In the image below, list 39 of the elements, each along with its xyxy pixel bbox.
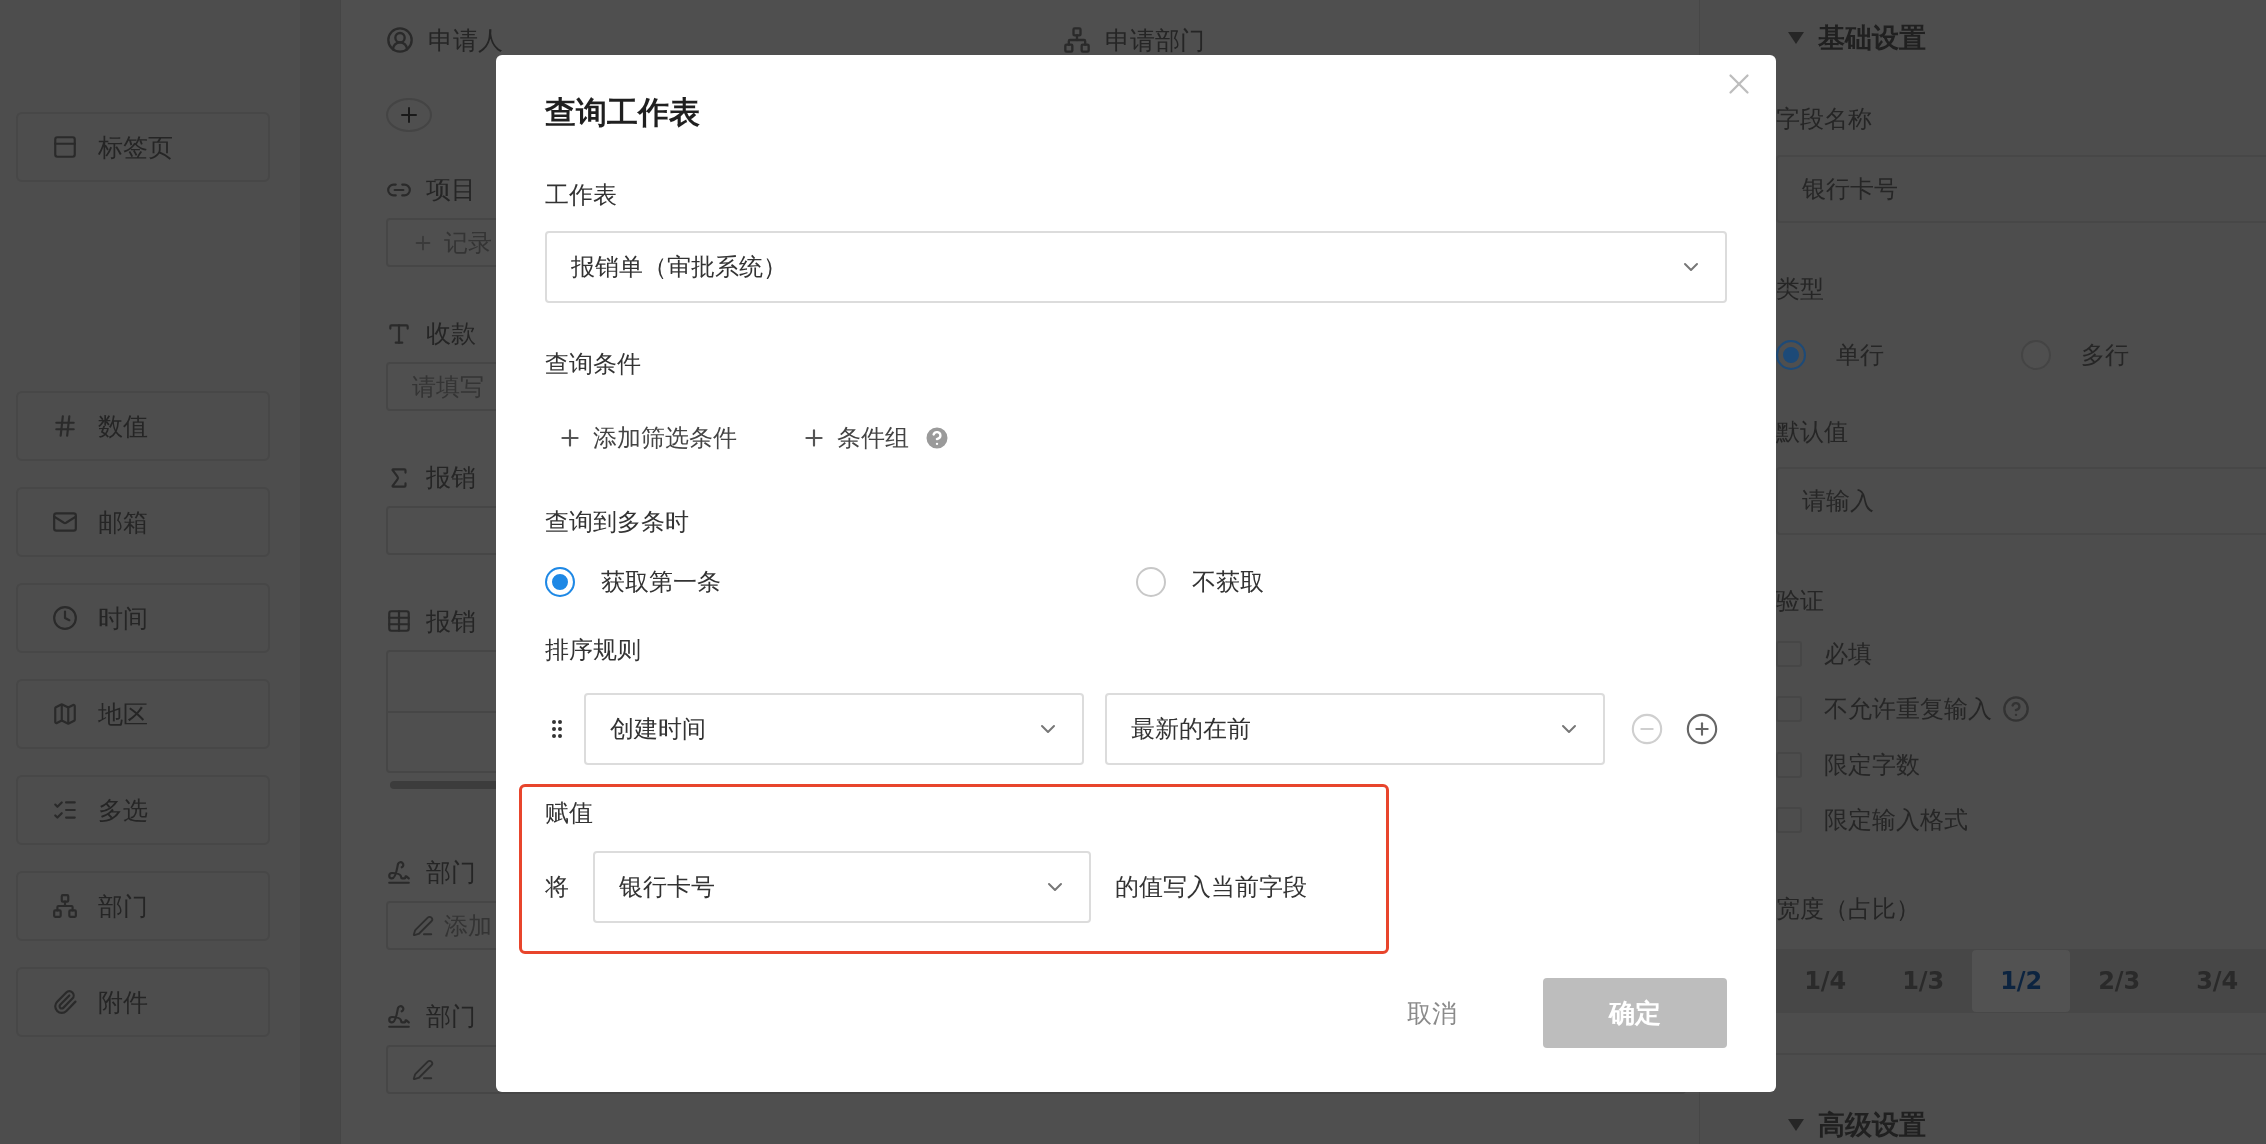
collapse-triangle-icon[interactable]	[1788, 32, 1805, 45]
hash-icon	[52, 413, 78, 439]
form-label: 工作表	[545, 180, 618, 211]
add-action-link[interactable]: 条件组	[837, 422, 909, 454]
form-label: 查询条件	[545, 349, 642, 380]
tab-page-icon	[52, 134, 78, 160]
assign-prefix: 将	[545, 872, 569, 903]
org-chart-icon	[52, 893, 78, 919]
sort-field-select[interactable]: 创建时间	[584, 693, 1084, 765]
radio-label: 不获取	[1192, 567, 1264, 598]
form-label: 查询到多条时	[545, 507, 690, 538]
radio-button[interactable]	[545, 567, 575, 597]
org-chart-icon	[1062, 26, 1091, 54]
form-label: 赋值	[545, 798, 594, 829]
cancel-button[interactable]: 取消	[1407, 996, 1457, 1030]
add-icon[interactable]	[1685, 712, 1719, 746]
signature-icon	[385, 859, 412, 886]
map-icon	[52, 701, 78, 727]
width-option[interactable]: 1/2	[1972, 950, 2071, 1013]
add-applicant-button[interactable]	[385, 98, 432, 133]
assign-field-select[interactable]: 银行卡号	[593, 851, 1091, 923]
sheet-select[interactable]: 报销单（审批系统）	[545, 231, 1727, 303]
radio-label: 获取第一条	[601, 567, 721, 598]
signature-icon	[385, 1003, 412, 1030]
dialog-title: 查询工作表	[545, 93, 701, 132]
table-icon	[385, 608, 412, 635]
form-label: 排序规则	[545, 635, 642, 666]
pen-icon	[411, 1058, 434, 1081]
help-icon[interactable]	[2002, 695, 2031, 724]
clock-icon	[52, 605, 78, 631]
radio-button[interactable]	[1776, 339, 1807, 370]
user-icon	[385, 26, 414, 54]
pen-icon	[411, 914, 434, 937]
paperclip-icon	[52, 989, 78, 1015]
sort-order-select[interactable]: 最新的在前	[1105, 693, 1605, 765]
add-action-link[interactable]: 添加筛选条件	[593, 422, 737, 454]
mail-icon	[52, 509, 78, 535]
assign-suffix: 的值写入当前字段	[1115, 872, 1307, 903]
collapse-triangle-icon[interactable]	[1788, 1118, 1805, 1131]
